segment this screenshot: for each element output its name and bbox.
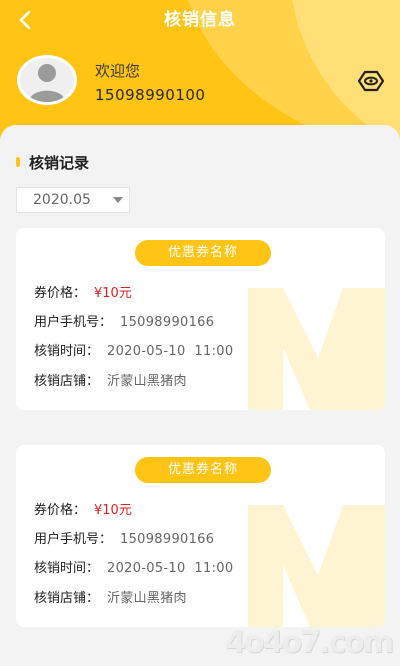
- store-row: 核销店铺： 沂蒙山黑猪肉: [34, 373, 187, 391]
- time-label: 核销时间：: [34, 561, 100, 576]
- phone-label: 用户手机号：: [34, 532, 113, 547]
- section-marker: [16, 157, 20, 167]
- coupon-name-badge: 优惠券名称: [135, 457, 271, 483]
- section-title: 核销记录: [29, 154, 90, 172]
- price-value: ¥10元: [94, 286, 132, 301]
- time-label: 核销时间：: [34, 344, 100, 359]
- chevron-down-icon: [113, 197, 123, 203]
- price-row: 券价格： ¥10元: [34, 285, 132, 303]
- price-row: 券价格： ¥10元: [34, 502, 132, 520]
- coupon-name-badge: 优惠券名称: [135, 240, 271, 266]
- time-value: 2020-05-10 11:00: [107, 344, 234, 359]
- month-select-value: 2020.05: [33, 192, 91, 208]
- phone-value: 15098990166: [120, 315, 215, 330]
- store-value: 沂蒙山黑猪肉: [107, 374, 187, 389]
- page-title: 核销信息: [164, 10, 236, 30]
- user-avatar-icon[interactable]: [17, 55, 77, 105]
- phone-row: 用户手机号： 15098990166: [34, 314, 214, 332]
- site-watermark: 4o4o7.com: [225, 625, 394, 660]
- phone-value: 15098990166: [120, 532, 215, 547]
- time-value: 2020-05-10 11:00: [107, 561, 234, 576]
- month-select[interactable]: 2020.05: [16, 187, 130, 213]
- price-label: 券价格：: [34, 503, 87, 518]
- time-row: 核销时间： 2020-05-10 11:00: [34, 343, 233, 361]
- greeting-text: 欢迎您: [95, 62, 141, 80]
- store-value: 沂蒙山黑猪肉: [107, 591, 187, 606]
- watermark-decoration: [248, 288, 385, 410]
- phone-row: 用户手机号： 15098990166: [34, 531, 214, 549]
- store-label: 核销店铺：: [34, 591, 100, 606]
- record-card: 优惠券名称 券价格： ¥10元 用户手机号： 15098990166 核销时间： 20…: [16, 445, 385, 627]
- eye-icon[interactable]: [357, 70, 385, 92]
- price-value: ¥10元: [94, 503, 132, 518]
- watermark-decoration: [248, 505, 385, 627]
- time-row: 核销时间： 2020-05-10 11:00: [34, 560, 233, 578]
- record-card: 优惠券名称 券价格： ¥10元 用户手机号： 15098990166 核销时间： 20…: [16, 228, 385, 410]
- price-label: 券价格：: [34, 286, 87, 301]
- store-row: 核销店铺： 沂蒙山黑猪肉: [34, 590, 187, 608]
- store-label: 核销店铺：: [34, 374, 100, 389]
- phone-label: 用户手机号：: [34, 315, 113, 330]
- user-phone: 15098990100: [95, 86, 206, 104]
